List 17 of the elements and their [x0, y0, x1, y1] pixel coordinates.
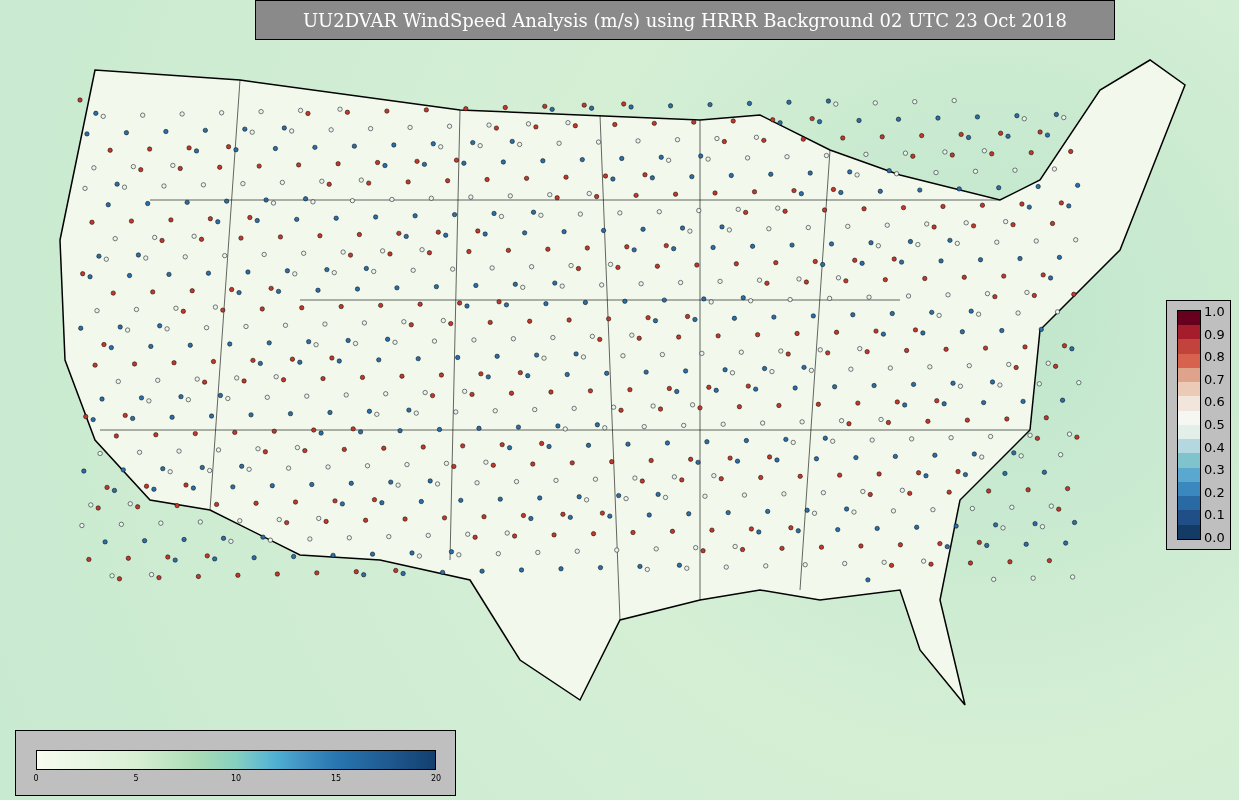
tick-label: 1.0	[1204, 305, 1225, 319]
tick-label: 0	[33, 774, 39, 783]
map-title: UU2DVAR WindSpeed Analysis (m/s) using HRRR Background 02 UTC 23 Oct 2018	[255, 0, 1115, 40]
tick-label: 10	[230, 774, 242, 783]
tick-label: 0.2	[1204, 485, 1225, 500]
tick-label: 0.8	[1204, 350, 1225, 365]
tick-label: 0.0	[1204, 530, 1225, 545]
tick-label: 5	[133, 774, 139, 783]
tick-label: 15	[330, 774, 342, 783]
tick-label: 0.7	[1204, 372, 1225, 387]
tick-label: 20	[430, 774, 442, 783]
tick-label: 0.1	[1204, 508, 1225, 523]
tick-label: 0.9	[1204, 327, 1225, 342]
tick-label: 0.3	[1204, 463, 1225, 478]
tick-label: 0.5	[1204, 417, 1225, 432]
tick-label: 0.6	[1204, 395, 1225, 410]
tick-label: 0.4	[1204, 440, 1225, 455]
